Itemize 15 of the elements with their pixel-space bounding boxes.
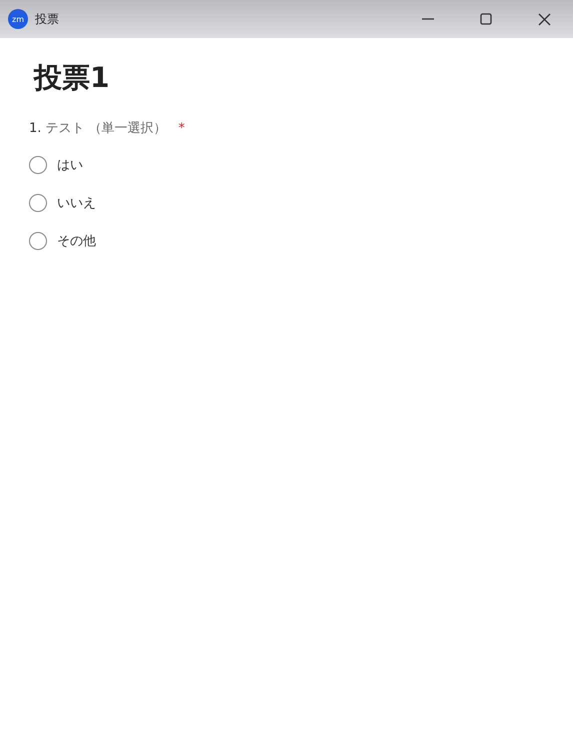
poll-title: 投票1 xyxy=(34,60,110,96)
radio-button[interactable] xyxy=(29,156,47,174)
question-type: （単一選択） xyxy=(88,120,166,137)
option-label: いいえ xyxy=(57,195,96,212)
maximize-icon xyxy=(480,13,492,25)
required-mark: * xyxy=(178,120,185,136)
radio-button[interactable] xyxy=(29,232,47,250)
option-label: その他 xyxy=(57,233,96,250)
app-logo: zm xyxy=(8,9,28,29)
window-title: 投票 xyxy=(35,10,59,28)
question-number: 1. xyxy=(29,120,42,136)
close-icon xyxy=(538,12,550,26)
radio-button[interactable] xyxy=(29,194,47,212)
option-label: はい xyxy=(57,157,83,174)
question-text: テスト xyxy=(45,120,84,137)
